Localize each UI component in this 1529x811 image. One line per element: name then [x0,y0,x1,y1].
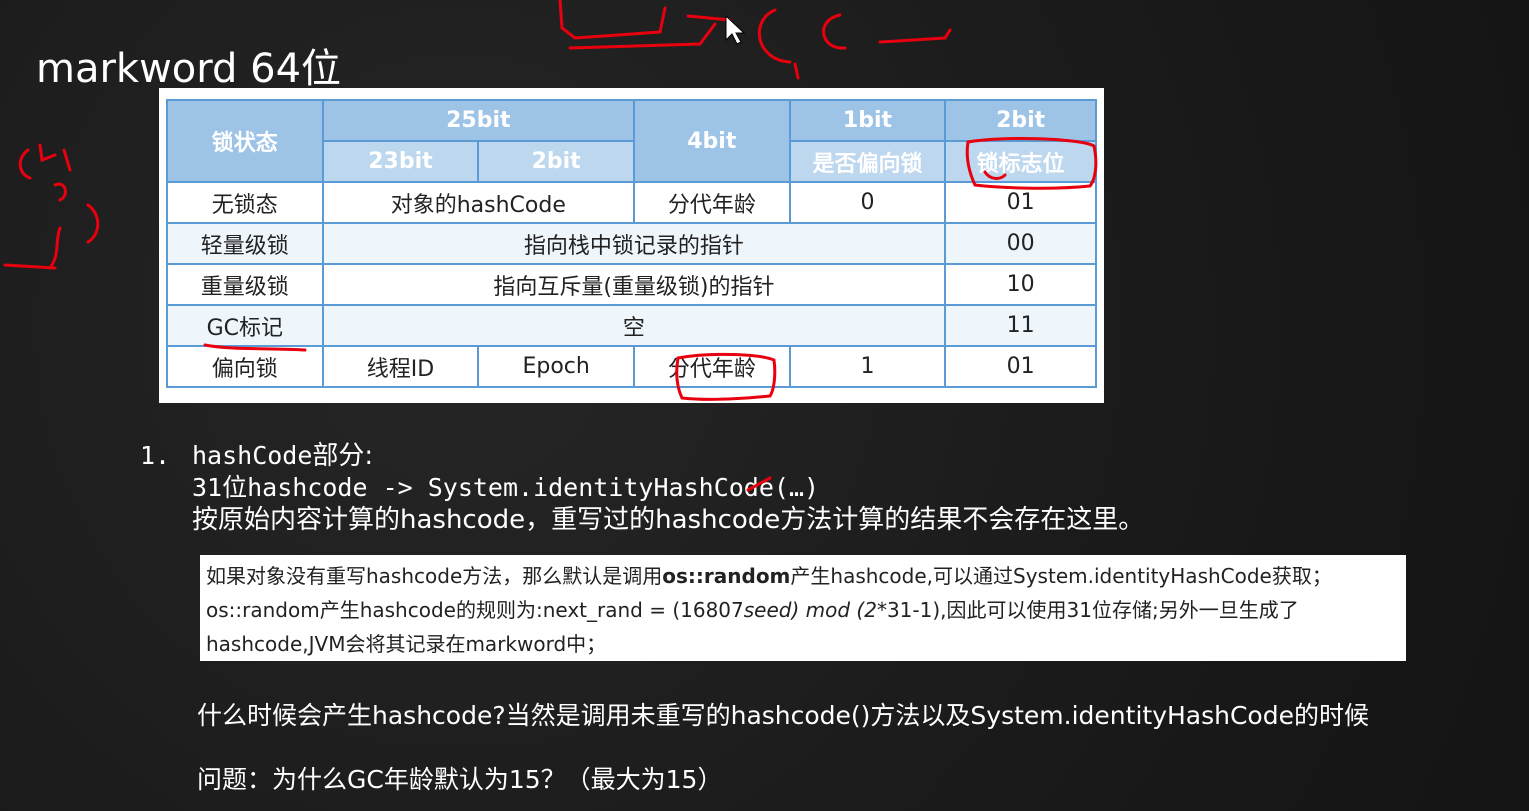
header-biased-flag: 是否偏向锁 [788,140,947,183]
cell-content: 对象的hashCode [321,181,636,224]
cell-state: GC标记 [166,304,324,347]
cell-state: 偏向锁 [166,345,324,388]
table-row: 重量级锁 指向互斥量(重量级锁)的指针 10 [166,263,1097,306]
note-text: 如果对象没有重写hashcode方法，那么默认是调用 [206,564,663,588]
list-line-1-zh: 部分: [312,441,374,471]
cell-content: 指向栈中锁记录的指针 [321,222,947,265]
header-4bit: 4bit [633,99,791,183]
cell-age: 分代年龄 [633,181,791,224]
note-italic-text: seed) mod (2 [743,598,877,622]
ink-gc-scribble [558,0,952,80]
note-line-2: os::random产生hashcode的规则为:next_rand = (16… [206,593,1406,627]
header-2bit-sub: 2bit [477,140,635,183]
cell-biased: 0 [788,181,947,224]
list-line-1-code: hashCode [192,441,313,470]
header-1bit: 1bit [788,99,947,142]
cell-biased: 1 [788,345,947,388]
cell-state: 无锁态 [166,181,324,224]
header-25bit: 25bit [321,99,636,142]
list-item: hashCode部分: 31位hashcode -> System.identi… [192,440,1144,536]
note-line-3: hashcode,JVM会将其记录在markword中； [206,632,607,656]
list-line-2: 31位hashcode -> System.identityHashCode(…… [192,473,820,502]
cursor-icon [725,14,746,45]
note-line-1: 如果对象没有重写hashcode方法，那么默认是调用os::random产生ha… [206,559,1406,593]
table-row: 轻量级锁 指向栈中锁记录的指针 00 [166,222,1097,265]
markword-table-image: 锁状态 25bit 4bit 1bit 2bit 23bit 2bit 是否偏向… [159,88,1104,403]
header-lock-flag: 锁标志位 [944,140,1097,183]
note-text: *31-1),因此可以使用31位存储;另外一旦生成了 [876,598,1299,622]
list-number: 1. [140,441,171,470]
cell-epoch: Epoch [477,345,635,388]
cell-age: 分代年龄 [633,345,791,388]
cell-flag: 00 [944,222,1097,265]
cell-flag: 01 [944,181,1097,224]
note-bold-text: os::random [662,564,791,588]
cell-state: 轻量级锁 [166,222,324,265]
page-title: markword 64位 [36,46,342,92]
cell-content: 指向互斥量(重量级锁)的指针 [321,263,947,306]
ink-left-scribble [3,143,100,270]
table-row: 无锁态 对象的hashCode 分代年龄 0 01 [166,181,1097,224]
table-row: 偏向锁 线程ID Epoch 分代年龄 1 01 [166,345,1097,388]
cell-flag: 01 [944,345,1097,388]
list-line-3: 按原始内容计算的hashcode，重写过的hashcode方法计算的结果不会存在… [192,505,1145,535]
note-box: 如果对象没有重写hashcode方法，那么默认是调用os::random产生ha… [200,555,1406,661]
cell-content: 空 [321,304,947,347]
note-text: os::random产生hashcode的规则为:next_rand = (16… [206,598,744,622]
header-23bit: 23bit [321,140,480,183]
markword-table: 锁状态 25bit 4bit 1bit 2bit 23bit 2bit 是否偏向… [166,99,1097,388]
cell-flag: 11 [944,304,1097,347]
question-text-2: 问题：为什么GC年龄默认为15？（最大为15） [197,765,723,794]
table-row: GC标记 空 11 [166,304,1097,347]
question-text-1: 什么时候会产生hashcode?当然是调用未重写的hashcode()方法以及S… [197,701,1369,730]
cell-thread: 线程ID [321,345,480,388]
cell-flag: 10 [944,263,1097,306]
note-text: 产生hashcode,可以通过System.identityHashCode获取… [790,564,1332,588]
list-line-1: hashCode部分: [192,440,1144,472]
header-2bit: 2bit [944,99,1097,142]
cell-state: 重量级锁 [166,263,324,306]
header-lock-state: 锁状态 [166,99,324,183]
